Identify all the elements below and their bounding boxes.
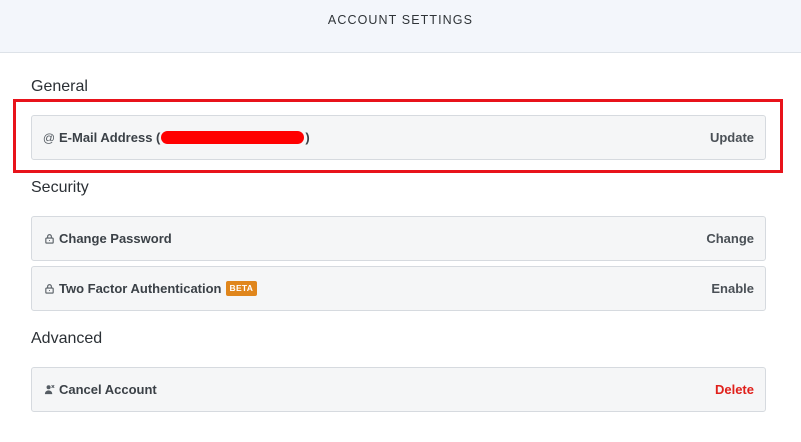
section-heading-general: General (31, 78, 88, 95)
beta-badge: BETA (225, 281, 258, 296)
email-address-row: @ E-Mail Address ( ) Update (31, 115, 766, 160)
email-address-label-group: @ E-Mail Address ( ) (43, 130, 310, 145)
change-password-label-group: Change Password (43, 231, 172, 246)
page-title: ACCOUNT SETTINGS (327, 13, 474, 27)
two-factor-label-group: Two Factor Authentication BETA (43, 281, 258, 296)
section-heading-security: Security (31, 179, 89, 196)
two-factor-label: Two Factor Authentication (59, 281, 222, 296)
top-bar: ACCOUNT SETTINGS (0, 0, 801, 53)
lock-icon (43, 283, 55, 295)
change-password-button[interactable]: Change (706, 231, 754, 246)
two-factor-row: Two Factor Authentication BETA Enable (31, 266, 766, 311)
cancel-account-label-group: Cancel Account (43, 382, 157, 397)
cancel-account-label: Cancel Account (59, 382, 157, 397)
lock-icon (43, 233, 55, 245)
at-icon: @ (42, 130, 56, 145)
delete-account-button[interactable]: Delete (715, 382, 754, 397)
redacted-email-value (161, 131, 305, 144)
user-remove-icon (43, 384, 55, 396)
email-address-label-close: ) (305, 130, 310, 145)
enable-two-factor-button[interactable]: Enable (711, 281, 754, 296)
cancel-account-row: Cancel Account Delete (31, 367, 766, 412)
change-password-label: Change Password (59, 231, 172, 246)
update-email-button[interactable]: Update (710, 130, 754, 145)
email-address-label: E-Mail Address ( (59, 130, 161, 145)
section-heading-advanced: Advanced (31, 330, 103, 347)
change-password-row: Change Password Change (31, 216, 766, 261)
